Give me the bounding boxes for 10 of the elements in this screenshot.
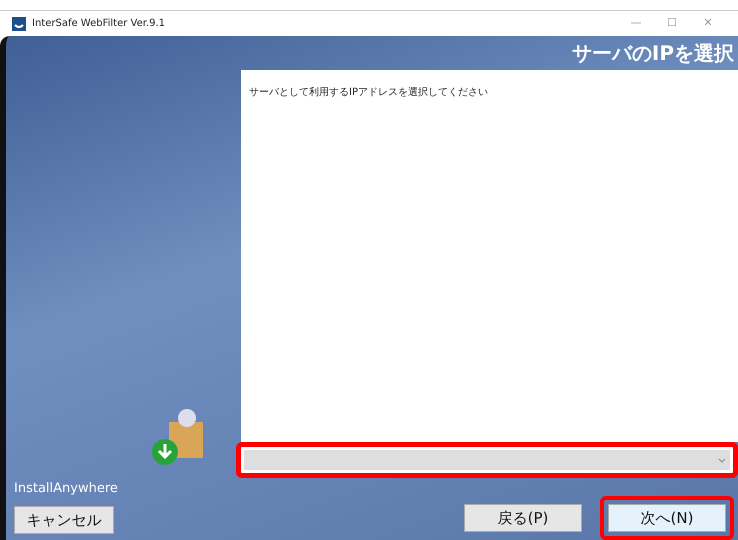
cancel-button[interactable]: キャンセル (14, 506, 114, 534)
page-title: サーバのIPを選択 (572, 40, 734, 67)
window-title: InterSafe WebFilter Ver.9.1 (32, 17, 166, 31)
instruction-text: サーバとして利用するIPアドレスを選択してください (249, 87, 488, 98)
brand-label: InstallAnywhere (14, 480, 119, 498)
app-icon (12, 16, 26, 30)
chevron-down-icon (718, 458, 726, 462)
ip-address-dropdown[interactable] (244, 450, 730, 470)
back-button[interactable]: 戻る(P) (464, 504, 582, 532)
next-button[interactable]: 次へ(N) (608, 504, 726, 532)
